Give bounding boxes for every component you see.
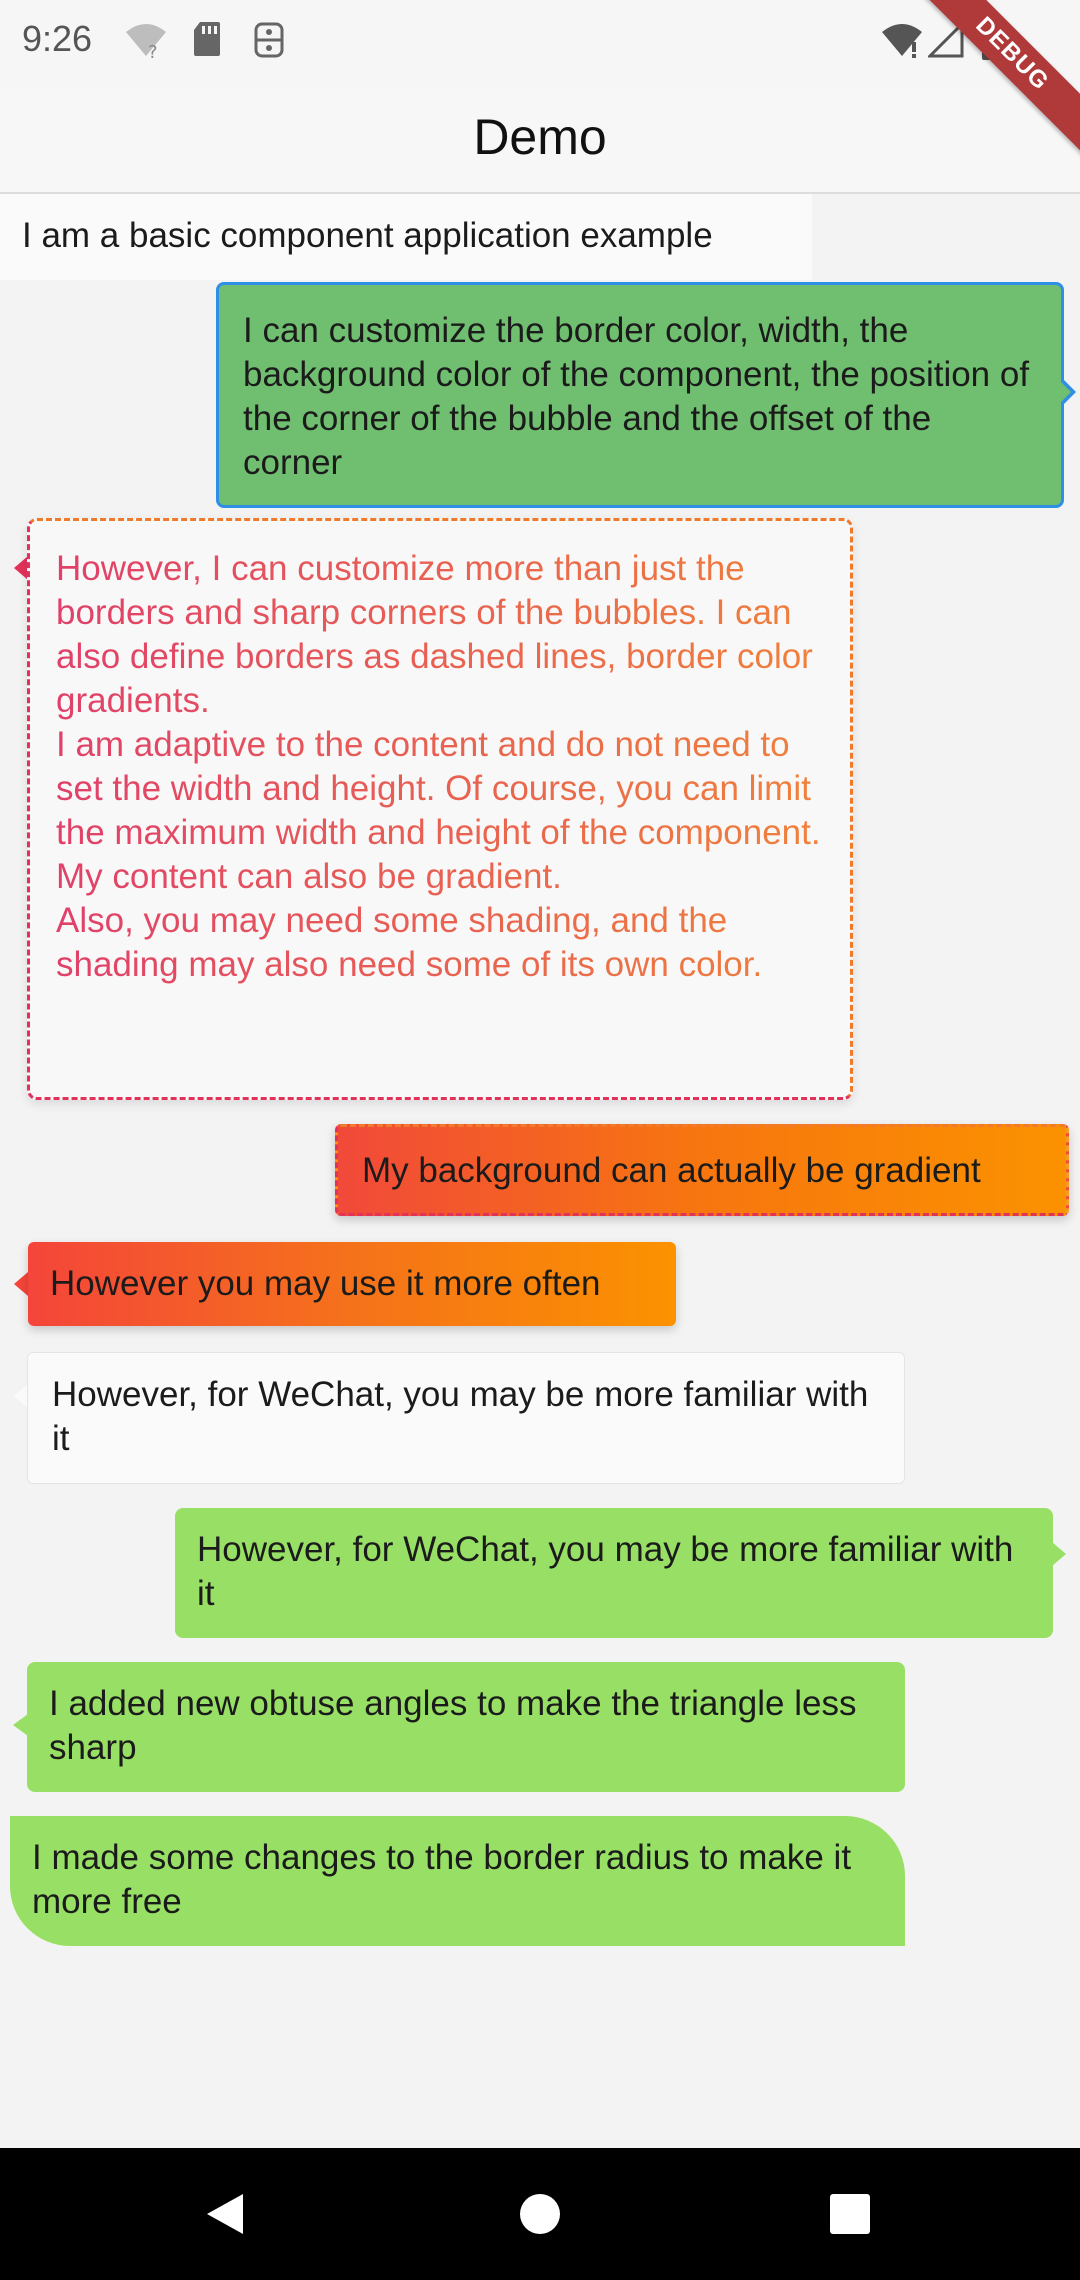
message-bubble-dashed-gradient[interactable]: However, I can customize more than just … (27, 518, 853, 1100)
navigation-bar (0, 2148, 1080, 2280)
sim-icon (252, 20, 286, 65)
svg-text:?: ? (148, 42, 158, 60)
home-icon[interactable] (480, 2148, 600, 2280)
screen: 9:26 ? DEBUG Demo I am a basic component… (0, 0, 1080, 2280)
message-bubble-basic[interactable]: I am a basic component application examp… (0, 194, 812, 280)
message-bubble-obtuse-angle[interactable]: I added new obtuse angles to make the tr… (27, 1662, 905, 1792)
wifi-question-icon: ? (124, 20, 168, 65)
message-bubble-wechat-sent[interactable]: However, for WeChat, you may be more fam… (175, 1508, 1053, 1638)
bubble-tail (14, 556, 28, 580)
app-bar: Demo (0, 86, 1080, 194)
sd-card-icon (192, 20, 222, 63)
message-text: However, for WeChat, you may be more fam… (52, 1375, 869, 1458)
back-icon[interactable] (165, 2148, 285, 2280)
bubble-tail (13, 1714, 28, 1736)
page-title: Demo (473, 109, 607, 165)
message-text: I added new obtuse angles to make the tr… (49, 1684, 857, 1767)
message-bubble-wechat-received[interactable]: However, for WeChat, you may be more fam… (27, 1352, 905, 1484)
message-text: I am a basic component application examp… (22, 216, 713, 255)
message-text: However, I can customize more than just … (56, 547, 824, 987)
bubble-tail (14, 1384, 28, 1408)
message-text: I can customize the border color, width,… (243, 311, 1030, 482)
bubble-tail (14, 1272, 28, 1296)
message-bubble-custom-border[interactable]: I can customize the border color, width,… (216, 282, 1064, 508)
bubble-tail-fill (1060, 381, 1071, 403)
status-time: 9:26 (22, 18, 93, 59)
bubble-tail (1052, 1542, 1066, 1566)
message-text: However, for WeChat, you may be more fam… (197, 1530, 1014, 1613)
message-bubble-free-radius[interactable]: I made some changes to the border radius… (10, 1816, 905, 1946)
message-text: My background can actually be gradient (362, 1151, 981, 1190)
message-bubble-gradient[interactable]: However you may use it more often (28, 1242, 676, 1326)
message-text: However you may use it more often (50, 1264, 601, 1303)
message-text: I made some changes to the border radius… (32, 1838, 852, 1921)
wifi-icon (880, 20, 924, 65)
recents-icon[interactable] (790, 2148, 910, 2280)
message-bubble-gradient-background[interactable]: My background can actually be gradient (335, 1124, 1069, 1216)
status-bar: 9:26 ? (0, 0, 1080, 86)
